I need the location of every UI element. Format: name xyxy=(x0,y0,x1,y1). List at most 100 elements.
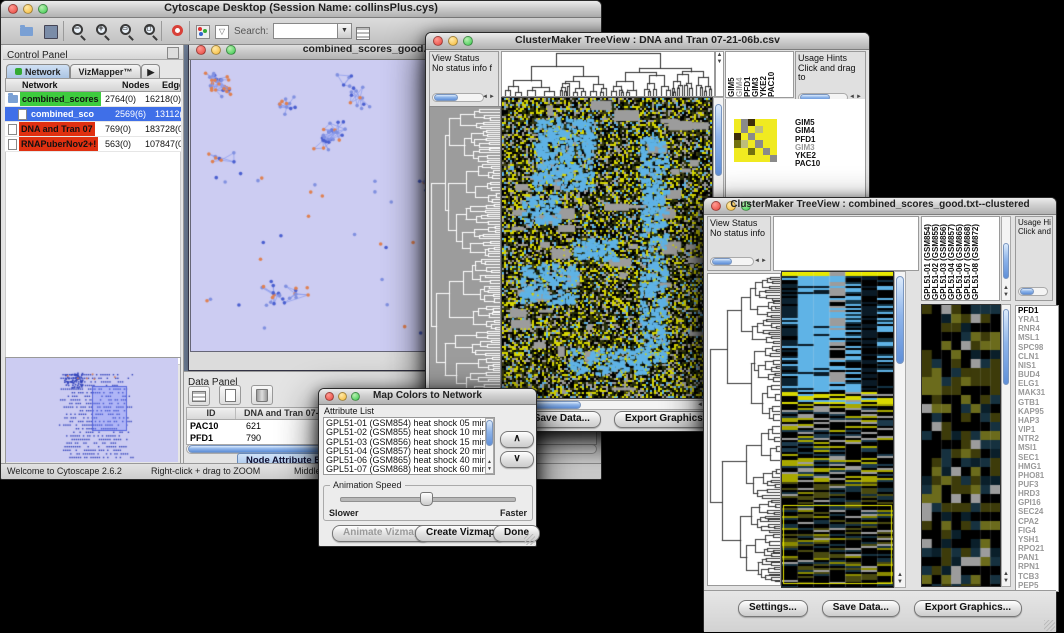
treeview-button[interactable]: Settings... xyxy=(738,600,808,617)
gene-label[interactable]: GTB1 xyxy=(1018,398,1058,407)
delete-attribute-icon[interactable] xyxy=(251,385,273,405)
gene-label[interactable]: SEC24 xyxy=(1018,507,1058,516)
float-panel-icon[interactable] xyxy=(167,47,179,59)
tv1-dendro-scroll-strip[interactable]: ▲▼ xyxy=(715,51,724,97)
gene-label[interactable]: HRD3 xyxy=(1018,489,1058,498)
tv1-gene-dendrogram[interactable] xyxy=(429,106,501,398)
gene-label[interactable]: CLN1 xyxy=(1018,352,1058,361)
network-row-dna-tran[interactable]: DNA and Tran 07 769(0) 183728(0) xyxy=(5,122,181,137)
tv2-gene-list[interactable]: PFD1YRA1RNR4MSL1SPC98CLN1NIS1BUD4ELG1MAK… xyxy=(1015,305,1059,592)
scroll-right-icon[interactable]: ► xyxy=(761,258,767,265)
gene-label[interactable]: GPI16 xyxy=(1018,498,1058,507)
gene-label[interactable]: PAN1 xyxy=(1018,553,1058,562)
network-row-combined-scores[interactable]: combined_scores 2764(0) 16218(0) xyxy=(5,92,181,107)
gene-label[interactable]: PUF3 xyxy=(1018,480,1058,489)
gene-label[interactable]: HAP3 xyxy=(1018,416,1058,425)
tab-overflow-arrow[interactable]: ▶ xyxy=(141,64,160,79)
gene-label[interactable]: PHO81 xyxy=(1018,471,1058,480)
matrix-cell xyxy=(763,119,770,126)
matrix-cell xyxy=(770,126,777,133)
gene-label[interactable]: SPC98 xyxy=(1018,343,1058,352)
birdseye-view[interactable] xyxy=(5,357,181,465)
gene-label[interactable]: KAP95 xyxy=(1018,407,1058,416)
tab-network[interactable]: Network xyxy=(6,64,70,79)
zoom-fit-icon[interactable]: ◻ xyxy=(139,22,159,41)
gene-label[interactable]: VIP1 xyxy=(1018,425,1058,434)
gene-label[interactable]: SEC1 xyxy=(1018,453,1058,462)
data-panel-toolbar xyxy=(188,385,278,407)
gene-label[interactable]: CPA2 xyxy=(1018,517,1058,526)
network-row-selected[interactable]: combined_sco 2569(6) 13112(15) xyxy=(5,107,181,122)
gene-label[interactable]: NTR2 xyxy=(1018,434,1058,443)
zoom-selected-icon[interactable]: ▭ xyxy=(115,22,135,41)
gene-label[interactable]: FIG4 xyxy=(1018,526,1058,535)
scroll-left-icon[interactable]: ◄ xyxy=(482,94,488,101)
new-attribute-icon[interactable] xyxy=(219,385,241,405)
move-down-button[interactable]: ∨ xyxy=(500,451,534,468)
open-file-icon[interactable] xyxy=(17,22,37,41)
tv2-gene-dendrogram[interactable] xyxy=(707,273,781,586)
gene-label[interactable]: TCB3 xyxy=(1018,572,1058,581)
view-status-scrollbar[interactable] xyxy=(710,257,754,266)
matrix-cell xyxy=(755,133,762,140)
tv1-heatmap[interactable] xyxy=(501,97,713,399)
scroll-left-icon[interactable]: ◄ xyxy=(754,258,760,265)
search-dropdown-arrow-icon[interactable]: ▼ xyxy=(337,23,352,39)
move-up-button[interactable]: ∧ xyxy=(500,431,534,448)
gene-label[interactable]: NIS1 xyxy=(1018,361,1058,370)
gene-label[interactable]: MSL1 xyxy=(1018,333,1058,342)
matrix-cell xyxy=(734,126,741,133)
tv2-zoom-scrollbar[interactable]: ▲▼ xyxy=(1001,304,1011,587)
tv2-vscrollbar[interactable]: ▲▼ xyxy=(894,271,906,588)
status-welcome: Welcome to Cytoscape 2.6.2 xyxy=(4,464,122,476)
resize-grip[interactable] xyxy=(524,534,535,545)
table-edit-icon[interactable] xyxy=(355,22,375,41)
gene-label[interactable]: RPO21 xyxy=(1018,544,1058,553)
speed-slider-thumb[interactable] xyxy=(420,492,433,506)
view-status-scrollbar[interactable] xyxy=(432,93,484,102)
scroll-right-icon[interactable]: ► xyxy=(489,94,495,101)
gene-label[interactable]: MSI1 xyxy=(1018,443,1058,452)
help-icon[interactable] xyxy=(167,22,187,41)
gene-label[interactable]: HMG1 xyxy=(1018,462,1058,471)
tv2-heatmap[interactable] xyxy=(781,271,894,588)
resize-grip[interactable] xyxy=(1044,620,1055,631)
gene-label[interactable]: RPN1 xyxy=(1018,562,1058,571)
gene-label[interactable]: YSH1 xyxy=(1018,535,1058,544)
zoom-out-icon[interactable]: − xyxy=(67,22,87,41)
matrix-cell xyxy=(748,126,755,133)
matrix-cell xyxy=(741,133,748,140)
usage-hints-scrollbar[interactable] xyxy=(1018,287,1048,296)
tv2-label-scrollbar[interactable]: ▲▼ xyxy=(1001,216,1011,301)
similarity-matrix[interactable] xyxy=(734,119,777,162)
main-title-bar[interactable]: Cytoscape Desktop (Session Name: collins… xyxy=(1,1,601,18)
gene-label[interactable]: ELG1 xyxy=(1018,379,1058,388)
gene-label[interactable]: YRA1 xyxy=(1018,315,1058,324)
zoom-in-icon[interactable]: + xyxy=(91,22,111,41)
save-icon[interactable] xyxy=(41,22,61,41)
gene-label[interactable]: RNR4 xyxy=(1018,324,1058,333)
treeview-button[interactable]: Export Graphics... xyxy=(914,600,1022,617)
tv1-array-dendrogram[interactable] xyxy=(501,51,715,97)
tv2-zoom-heatmap[interactable] xyxy=(921,304,1001,587)
gene-label[interactable]: PFD1 xyxy=(1018,306,1058,315)
tv2-array-dendrogram-area[interactable] xyxy=(773,216,919,271)
tv2-column-labels: GPL51-01 (GSM854)GPL51-02 (GSM855)GPL51-… xyxy=(921,216,1000,301)
attribute-list-scrollbar[interactable]: ▲▼ xyxy=(485,418,494,474)
filter-icon[interactable]: ▽ xyxy=(212,22,232,41)
faster-label: Faster xyxy=(500,508,527,518)
attribute-list-item[interactable]: GPL51-07 (GSM868) heat shock 60 min xyxy=(326,465,492,474)
matrix-cell xyxy=(755,126,762,133)
matrix-cell xyxy=(755,119,762,126)
gene-label[interactable]: MAK31 xyxy=(1018,388,1058,397)
search-input[interactable] xyxy=(273,23,341,39)
matrix-cell xyxy=(763,133,770,140)
vizmapper-icon[interactable] xyxy=(193,22,213,41)
treeview-button[interactable]: Save Data... xyxy=(822,600,900,617)
network-row-rnapuber[interactable]: RNAPuberNov2+! 563(0) 107847(0) xyxy=(5,137,181,152)
gene-label[interactable]: PEP5 xyxy=(1018,581,1058,590)
gene-label[interactable]: BUD4 xyxy=(1018,370,1058,379)
attribute-select-icon[interactable] xyxy=(188,386,210,406)
tab-vizmapper[interactable]: VizMapper™ xyxy=(70,64,142,79)
attribute-list[interactable]: GPL51-01 (GSM854) heat shock 05 minGPL51… xyxy=(323,417,495,475)
